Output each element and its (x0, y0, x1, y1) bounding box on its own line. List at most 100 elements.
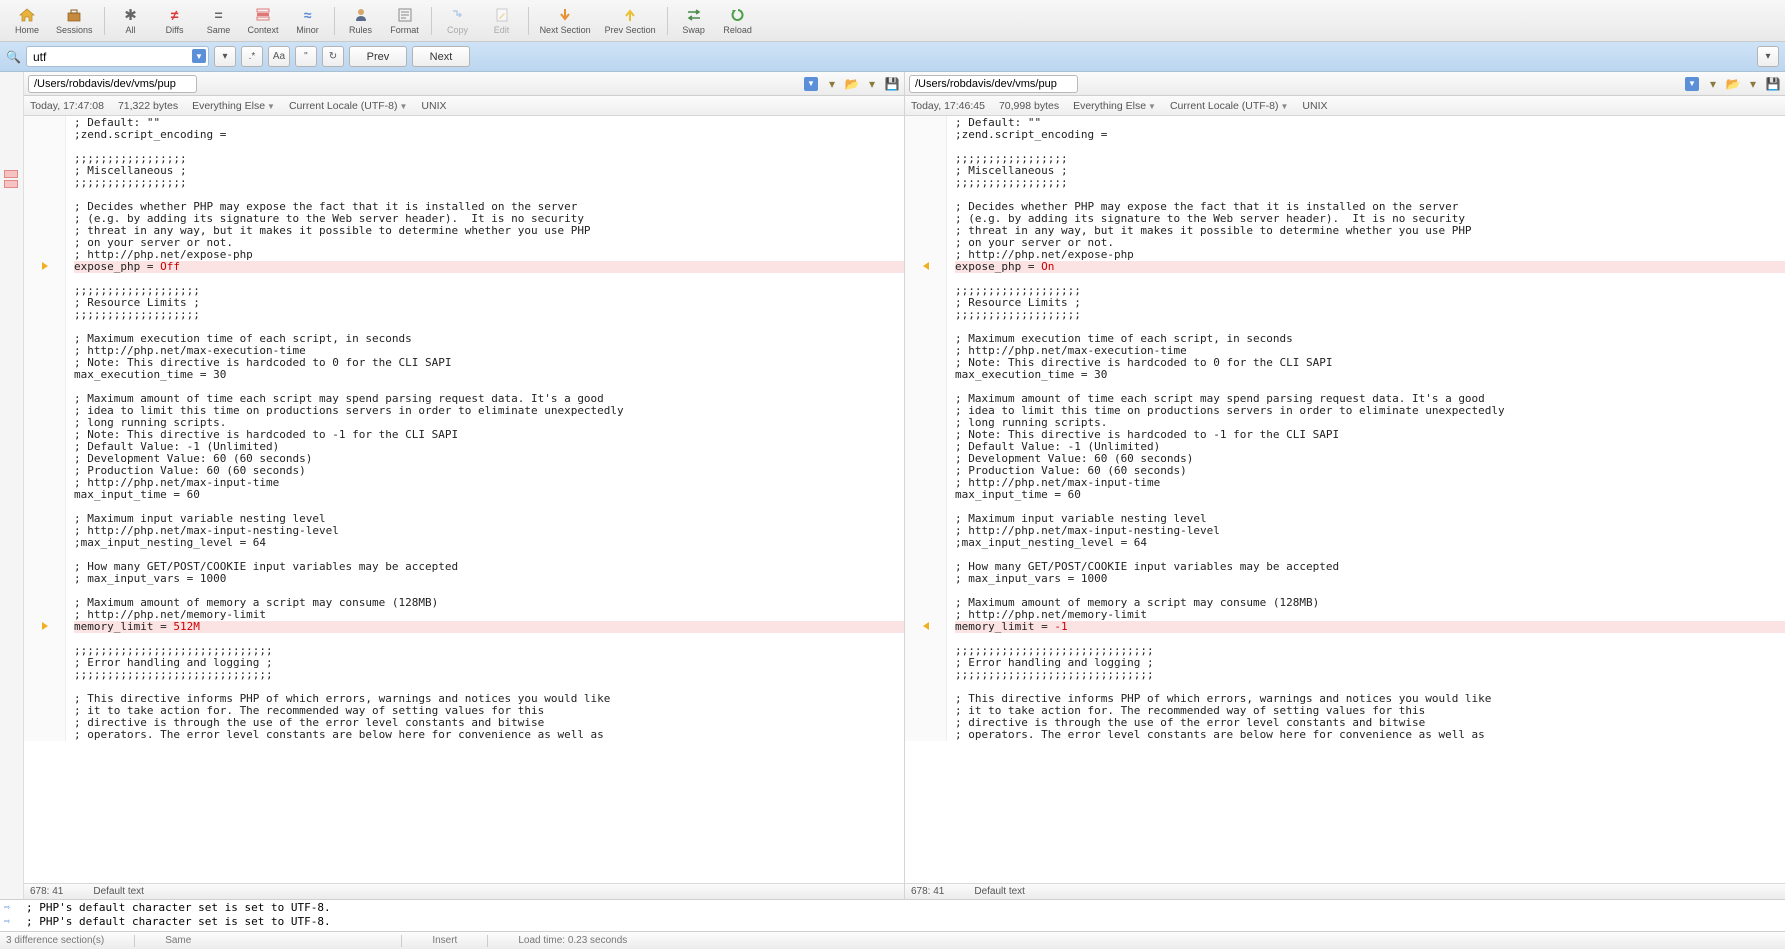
code-line[interactable]: ; max_input_vars = 1000 (955, 573, 1785, 585)
rules-button[interactable]: Rules (340, 2, 382, 40)
refresh-search-button[interactable]: ↻ (322, 46, 344, 67)
right-code-lines[interactable]: ; Default: "";zend.script_encoding =;;;;… (947, 116, 1785, 741)
toolbar-separator (431, 7, 432, 35)
minor-button[interactable]: ≈ Minor (287, 2, 329, 40)
search-dropdown-icon[interactable]: ▼ (192, 49, 206, 63)
next-button[interactable]: Next (412, 46, 470, 67)
code-line[interactable]: ;;;;;;;;;;;;;;;;;;;;;;;;;;;;;; (74, 669, 904, 681)
code-line[interactable]: ; http://php.net/expose-php (74, 249, 904, 261)
left-path-input[interactable] (28, 75, 197, 93)
status-same: Same (165, 935, 191, 946)
code-line-diff[interactable]: expose_php = On (955, 261, 1785, 273)
home-button[interactable]: Home (6, 2, 48, 40)
code-line[interactable]: ;;;;;;;;;;;;;;;;;;;;;;;;;;;;;; (955, 669, 1785, 681)
code-line[interactable]: ;max_input_nesting_level = 64 (955, 537, 1785, 549)
left-pane: ▼ ▾ 📂 ▾ 💾 Today, 17:47:08 71,322 bytes E… (24, 72, 905, 899)
dropdown-icon[interactable]: ▼ (804, 77, 818, 91)
next-section-button[interactable]: Next Section (534, 2, 597, 40)
all-button[interactable]: ✱ All (110, 2, 152, 40)
right-lineend[interactable]: UNIX (1302, 100, 1327, 112)
code-line[interactable] (955, 141, 1785, 153)
code-line-diff[interactable]: expose_php = Off (74, 261, 904, 273)
home-icon (19, 6, 35, 24)
approx-icon: ≈ (304, 6, 312, 24)
same-label: Same (207, 25, 231, 35)
code-line[interactable]: ;zend.script_encoding = (955, 129, 1785, 141)
code-line[interactable]: ;max_input_nesting_level = 64 (74, 537, 904, 549)
code-line[interactable]: ;;;;;;;;;;;;;;;;;;; (74, 309, 904, 321)
overview-diff-marker[interactable] (4, 180, 18, 188)
code-line-diff[interactable]: memory_limit = -1 (955, 621, 1785, 633)
code-line[interactable]: ; http://php.net/expose-php (955, 249, 1785, 261)
edit-button[interactable]: Edit (481, 2, 523, 40)
arrow-down-icon (559, 6, 571, 24)
sessions-button[interactable]: Sessions (50, 2, 99, 40)
prev-button[interactable]: Prev (349, 46, 407, 67)
search-input[interactable] (26, 46, 209, 67)
diffs-button[interactable]: ≠ Diffs (154, 2, 196, 40)
same-button[interactable]: = Same (198, 2, 240, 40)
context-button[interactable]: Context (242, 2, 285, 40)
prev-section-label: Prev Section (605, 25, 656, 35)
result-row[interactable]: ⇨ ; PHP's default character set is set t… (0, 914, 1785, 928)
code-line[interactable]: ;;;;;;;;;;;;;;;;; (955, 177, 1785, 189)
code-line[interactable]: ;;;;;;;;;;;;;;;;; (955, 153, 1785, 165)
reload-label: Reload (723, 25, 752, 35)
code-line[interactable]: ;;;;;;;;;;;;;;;;; (74, 177, 904, 189)
code-line[interactable] (74, 141, 904, 153)
prev-section-button[interactable]: Prev Section (599, 2, 662, 40)
right-everything[interactable]: Everything Else▼ (1073, 100, 1156, 112)
code-line[interactable]: ; http://php.net/memory-limit (955, 609, 1785, 621)
dropdown-icon[interactable]: ▼ (1685, 77, 1699, 91)
code-line[interactable]: max_input_time = 60 (955, 489, 1785, 501)
case-button[interactable]: Aa (268, 46, 290, 67)
code-line[interactable]: max_execution_time = 30 (74, 369, 904, 381)
result-row[interactable]: ⇨ ; PHP's default character set is set t… (0, 900, 1785, 914)
context-icon (256, 6, 270, 24)
status-insert: Insert (432, 935, 457, 946)
code-line[interactable]: ;zend.script_encoding = (74, 129, 904, 141)
left-code-lines[interactable]: ; Default: "";zend.script_encoding =;;;;… (66, 116, 904, 741)
status-separator (487, 935, 488, 947)
copy-button[interactable]: Copy (437, 2, 479, 40)
overview-strip[interactable] (0, 72, 24, 899)
code-line[interactable]: ; Miscellaneous ; (74, 165, 904, 177)
code-line[interactable]: ; operators. The error level constants a… (74, 729, 904, 741)
code-line[interactable]: max_execution_time = 30 (955, 369, 1785, 381)
code-line[interactable]: max_input_time = 60 (74, 489, 904, 501)
left-locale[interactable]: Current Locale (UTF-8)▼ (289, 100, 407, 112)
save-icon[interactable]: 💾 (884, 76, 900, 92)
code-line[interactable]: ; max_input_vars = 1000 (74, 573, 904, 585)
right-code-area[interactable]: ; Default: "";zend.script_encoding =;;;;… (905, 116, 1785, 883)
code-line[interactable]: ; Miscellaneous ; (955, 165, 1785, 177)
whole-word-button[interactable]: " (295, 46, 317, 67)
collapse-search-button[interactable]: ▾ (1757, 46, 1779, 67)
code-line[interactable]: ;;;;;;;;;;;;;;;;; (74, 153, 904, 165)
more-icon[interactable]: ▾ (864, 76, 880, 92)
regex-button[interactable]: .* (241, 46, 263, 67)
search-results[interactable]: ⇨ ; PHP's default character set is set t… (0, 899, 1785, 931)
right-locale[interactable]: Current Locale (UTF-8)▼ (1170, 100, 1288, 112)
asterisk-icon: ✱ (124, 6, 137, 24)
history-icon[interactable]: ▾ (824, 76, 840, 92)
right-path-input[interactable] (909, 75, 1078, 93)
history-icon[interactable]: ▾ (1705, 76, 1721, 92)
reload-button[interactable]: Reload (717, 2, 759, 40)
code-line[interactable]: ;;;;;;;;;;;;;;;;;;; (955, 309, 1785, 321)
next-section-label: Next Section (540, 25, 591, 35)
format-button[interactable]: Format (384, 2, 426, 40)
left-code-area[interactable]: ; Default: "";zend.script_encoding =;;;;… (24, 116, 904, 883)
open-folder-icon[interactable]: 📂 (1725, 76, 1741, 92)
code-line[interactable]: ; operators. The error level constants a… (955, 729, 1785, 741)
search-history-button[interactable]: ▾ (214, 46, 236, 67)
code-line-diff[interactable]: memory_limit = 512M (74, 621, 904, 633)
save-icon[interactable]: 💾 (1765, 76, 1781, 92)
left-lineend[interactable]: UNIX (421, 100, 446, 112)
left-everything[interactable]: Everything Else▼ (192, 100, 275, 112)
open-folder-icon[interactable]: 📂 (844, 76, 860, 92)
overview-diff-marker[interactable] (4, 170, 18, 178)
toolbar-separator (104, 7, 105, 35)
all-label: All (126, 25, 136, 35)
more-icon[interactable]: ▾ (1745, 76, 1761, 92)
swap-button[interactable]: Swap (673, 2, 715, 40)
